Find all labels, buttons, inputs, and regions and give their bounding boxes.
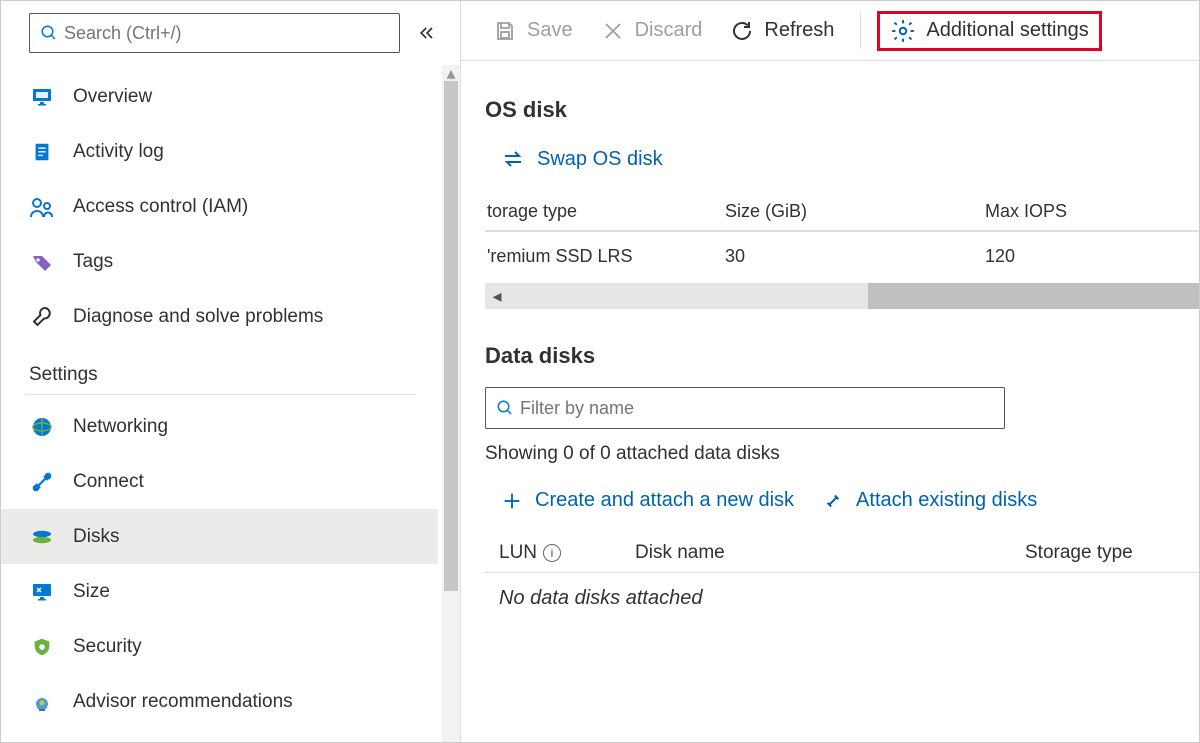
sidebar-item-connect[interactable]: Connect — [1, 454, 438, 509]
sidebar-item-overview[interactable]: Overview — [1, 69, 438, 124]
no-data-disks-message: No data disks attached — [485, 573, 1199, 610]
sidebar-item-security[interactable]: Security — [1, 619, 438, 674]
search-icon — [40, 24, 58, 42]
os-disk-table: torage type Size (GiB) Max IOPS 'remium … — [485, 193, 1199, 309]
chevron-double-left-icon — [417, 23, 437, 43]
os-col-max-iops: Max IOPS — [985, 201, 1199, 222]
sidebar-item-label: Tags — [73, 251, 113, 273]
toolbar: Save Discard Refresh Additional settings — [461, 1, 1199, 61]
search-icon — [496, 399, 514, 417]
sidebar-item-size[interactable]: Size — [1, 564, 438, 619]
globe-icon — [29, 414, 55, 440]
sidebar-item-access-control[interactable]: Access control (IAM) — [1, 179, 438, 234]
sidebar-section-settings: Settings — [25, 344, 416, 395]
data-disks-heading: Data disks — [485, 343, 1199, 369]
toolbar-label: Refresh — [764, 19, 834, 42]
gear-icon — [890, 18, 916, 44]
sidebar-item-tags[interactable]: Tags — [1, 234, 438, 289]
toolbar-separator — [860, 13, 861, 49]
toolbar-label: Additional settings — [926, 19, 1088, 42]
sidebar-item-label: Networking — [73, 416, 168, 438]
sidebar-item-label: Overview — [73, 86, 152, 108]
search-input[interactable] — [58, 19, 389, 48]
monitor-icon — [29, 84, 55, 110]
scrollbar-thumb[interactable] — [444, 81, 458, 591]
content: OS disk Swap OS disk torage type Size (G… — [461, 61, 1199, 610]
size-icon — [29, 579, 55, 605]
x-icon — [601, 19, 625, 43]
collapse-sidebar-button[interactable] — [412, 18, 442, 48]
save-button[interactable]: Save — [483, 13, 583, 49]
os-val-max-iops: 120 — [985, 246, 1199, 267]
sidebar-nav: Overview Activity log Access control (IA… — [1, 65, 460, 742]
os-disk-row: 'remium SSD LRS 30 120 — [485, 231, 1199, 281]
sidebar-item-label: Security — [73, 636, 142, 658]
swap-icon — [501, 147, 525, 171]
col-disk-name: Disk name — [635, 542, 1025, 564]
sidebar-item-label: Connect — [73, 471, 144, 493]
refresh-icon — [730, 19, 754, 43]
main: Save Discard Refresh Additional settings… — [461, 1, 1199, 742]
disk-actions: Create and attach a new disk Attach exis… — [501, 489, 1199, 512]
sidebar: Overview Activity log Access control (IA… — [1, 1, 461, 742]
link-label: Create and attach a new disk — [535, 489, 794, 512]
sidebar-item-label: Diagnose and solve problems — [73, 306, 323, 328]
os-col-storage-type: torage type — [485, 201, 725, 222]
shield-icon — [29, 634, 55, 660]
os-col-size: Size (GiB) — [725, 201, 985, 222]
sidebar-item-diagnose[interactable]: Diagnose and solve problems — [1, 289, 438, 344]
tag-icon — [29, 249, 55, 275]
disks-icon — [29, 524, 55, 550]
plus-icon — [501, 490, 523, 512]
os-val-size: 30 — [725, 246, 985, 267]
data-disks-status: Showing 0 of 0 attached data disks — [485, 443, 1199, 465]
save-icon — [493, 19, 517, 43]
scrollbar-thumb[interactable] — [868, 283, 1199, 309]
link-label: Attach existing disks — [856, 489, 1037, 512]
additional-settings-button[interactable]: Additional settings — [877, 11, 1101, 51]
refresh-button[interactable]: Refresh — [720, 13, 844, 49]
os-disk-heading: OS disk — [485, 97, 1199, 123]
filter-input[interactable] — [514, 394, 994, 423]
scroll-up-icon: ▴ — [442, 65, 460, 81]
sidebar-item-label: Disks — [73, 526, 119, 548]
people-icon — [29, 194, 55, 220]
sidebar-item-label: Advisor recommendations — [73, 691, 293, 713]
toolbar-label: Discard — [635, 19, 703, 42]
attach-icon — [822, 490, 844, 512]
info-icon[interactable]: i — [543, 544, 561, 562]
wrench-icon — [29, 304, 55, 330]
create-attach-disk-button[interactable]: Create and attach a new disk — [501, 489, 794, 512]
toolbar-label: Save — [527, 19, 573, 42]
sidebar-item-label: Size — [73, 581, 110, 603]
link-label: Swap OS disk — [537, 148, 663, 171]
os-table-scrollbar[interactable]: ◂ — [485, 283, 1199, 309]
scroll-left-icon: ◂ — [485, 286, 509, 307]
sidebar-item-networking[interactable]: Networking — [1, 399, 438, 454]
filter-box[interactable] — [485, 387, 1005, 429]
advisor-icon — [29, 689, 55, 715]
connect-icon — [29, 469, 55, 495]
swap-os-disk-button[interactable]: Swap OS disk — [501, 147, 663, 171]
sidebar-item-label: Access control (IAM) — [73, 196, 248, 218]
discard-button[interactable]: Discard — [591, 13, 713, 49]
sidebar-item-advisor[interactable]: Advisor recommendations — [1, 674, 438, 729]
sidebar-item-activity-log[interactable]: Activity log — [1, 124, 438, 179]
sidebar-item-disks[interactable]: Disks — [1, 509, 438, 564]
attach-existing-button[interactable]: Attach existing disks — [822, 489, 1037, 512]
os-val-storage-type: 'remium SSD LRS — [485, 246, 725, 267]
sidebar-item-label: Activity log — [73, 141, 164, 163]
search-row — [1, 1, 460, 65]
col-lun: LUN — [499, 542, 537, 564]
app-root: Overview Activity log Access control (IA… — [0, 0, 1200, 743]
sidebar-scrollbar[interactable]: ▴ — [442, 65, 460, 742]
log-icon — [29, 139, 55, 165]
col-storage-type: Storage type — [1025, 542, 1199, 564]
search-box[interactable] — [29, 13, 400, 53]
data-disk-columns: LUN i Disk name Storage type — [485, 534, 1199, 573]
